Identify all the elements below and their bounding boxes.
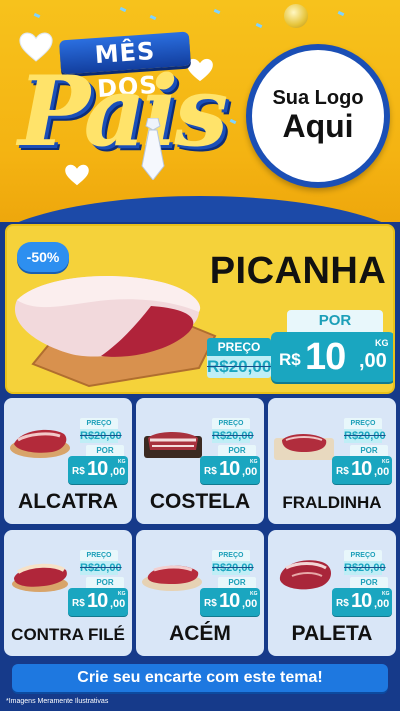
price-int: 10 xyxy=(219,458,240,480)
old-price-label: PREÇO xyxy=(80,550,118,561)
meat-icon xyxy=(10,429,70,458)
price-int: 10 xyxy=(87,458,108,480)
new-price: R$ 10 ,00 KG xyxy=(68,456,128,484)
product-card: PREÇO R$20,00 POR R$ 10 ,00 KG ACÉM xyxy=(136,530,264,656)
price-unit: KG xyxy=(118,591,126,597)
old-price-label: PREÇO xyxy=(344,418,382,429)
currency: R$ xyxy=(72,466,85,477)
currency: R$ xyxy=(336,598,349,609)
old-price-label: PREÇO xyxy=(80,418,118,429)
new-price-label: POR xyxy=(350,445,388,456)
price-int: 10 xyxy=(87,590,108,612)
new-price-label: POR xyxy=(350,577,388,588)
old-price: R$20,00 xyxy=(212,561,254,575)
header-wave xyxy=(0,196,400,222)
old-price: R$20,00 xyxy=(212,429,254,443)
price-cents: ,00 xyxy=(242,598,258,610)
new-price-label: POR xyxy=(218,577,256,588)
price-int: 10 xyxy=(351,458,372,480)
currency: R$ xyxy=(204,466,217,477)
price-cents: ,00 xyxy=(359,350,387,372)
confetti xyxy=(149,14,157,21)
logo-line1: Sua Logo xyxy=(272,87,364,110)
new-price-label: POR xyxy=(86,445,124,456)
tie-icon xyxy=(141,118,165,180)
price-cents: ,00 xyxy=(110,466,126,478)
new-price: R$ 10 ,00 KG xyxy=(332,456,392,484)
price-unit: KG xyxy=(250,459,258,465)
featured-product-name: PICANHA xyxy=(209,250,387,292)
meat-icon xyxy=(12,563,68,592)
price-unit: KG xyxy=(250,591,258,597)
old-price-label: PREÇO xyxy=(212,418,250,429)
price-cents: ,00 xyxy=(110,598,126,610)
price-cents: ,00 xyxy=(242,466,258,478)
new-price: R$ 10 ,00 KG xyxy=(271,332,393,382)
price-int: 10 xyxy=(219,590,240,612)
currency: R$ xyxy=(72,598,85,609)
meat-icon xyxy=(274,434,334,460)
new-price-label: POR xyxy=(287,310,383,332)
new-price: R$ 10 ,00 KG xyxy=(200,456,260,484)
new-price: R$ 10 ,00 KG xyxy=(332,588,392,616)
confetti xyxy=(337,10,345,17)
title-pais: Pais xyxy=(18,55,228,168)
product-name: FRALDINHA xyxy=(282,493,382,512)
meat-icon xyxy=(279,560,331,590)
price-cents: ,00 xyxy=(374,598,390,610)
old-price-label: PREÇO xyxy=(212,550,250,561)
product-grid: PREÇO R$20,00 POR R$ 10 ,00 KG ALCATRA P… xyxy=(4,398,396,660)
logo-placeholder: Sua Logo Aqui xyxy=(246,44,390,188)
featured-product-card: -50% PICANHA PREÇO R$20,00 POR R$ 10 ,00… xyxy=(5,224,395,394)
price-int: 10 xyxy=(351,590,372,612)
product-card: PREÇO R$20,00 POR R$ 10 ,00 KG CONTRA FI… xyxy=(4,530,132,656)
old-price: R$20,00 xyxy=(80,429,122,443)
confetti xyxy=(119,6,127,13)
meat-icon xyxy=(142,565,202,591)
product-card: PREÇO R$20,00 POR R$ 10 ,00 KG FRALDINHA xyxy=(268,398,396,524)
new-price-label: POR xyxy=(86,577,124,588)
price-int: 10 xyxy=(305,336,346,378)
confetti xyxy=(213,8,221,15)
product-name: ACÉM xyxy=(169,622,231,645)
disclaimer-text: *Imagens Meramente Ilustrativas xyxy=(6,698,109,705)
price-unit: KG xyxy=(118,459,126,465)
product-name: PALETA xyxy=(291,622,373,645)
price-unit: KG xyxy=(375,338,389,348)
currency: R$ xyxy=(279,350,301,369)
create-flyer-button[interactable]: Crie seu encarte com este tema! xyxy=(12,664,388,692)
product-name: CONTRA FILÉ xyxy=(11,625,125,644)
old-price: R$20,00 xyxy=(344,429,386,443)
product-name: ALCATRA xyxy=(18,490,118,513)
old-price-label: PREÇO xyxy=(344,550,382,561)
old-price: R$20,00 xyxy=(80,561,122,575)
discount-badge: -50% xyxy=(17,242,69,272)
price-unit: KG xyxy=(382,591,390,597)
coin-icon xyxy=(284,4,308,28)
old-price: R$20,00 xyxy=(207,356,272,378)
currency: R$ xyxy=(336,466,349,477)
new-price-label: POR xyxy=(218,445,256,456)
currency: R$ xyxy=(204,598,217,609)
confetti xyxy=(255,22,263,29)
price-cents: ,00 xyxy=(374,466,390,478)
old-price-label: PREÇO xyxy=(207,338,271,356)
product-card: PREÇO R$20,00 POR R$ 10 ,00 KG ALCATRA xyxy=(4,398,132,524)
old-price: R$20,00 xyxy=(344,561,386,575)
product-card: PREÇO R$20,00 POR R$ 10 ,00 KG PALETA xyxy=(268,530,396,656)
confetti xyxy=(229,118,237,125)
price-unit: KG xyxy=(382,459,390,465)
product-card: PREÇO R$20,00 POR R$ 10 ,00 KG COSTELA xyxy=(136,398,264,524)
meat-icon xyxy=(144,432,202,458)
confetti xyxy=(33,12,41,19)
product-name: COSTELA xyxy=(149,490,251,513)
new-price: R$ 10 ,00 KG xyxy=(200,588,260,616)
logo-line2: Aqui xyxy=(282,108,354,145)
header-banner: MÊS DOS Pais Sua Logo Aqui xyxy=(0,0,400,222)
new-price: R$ 10 ,00 KG xyxy=(68,588,128,616)
